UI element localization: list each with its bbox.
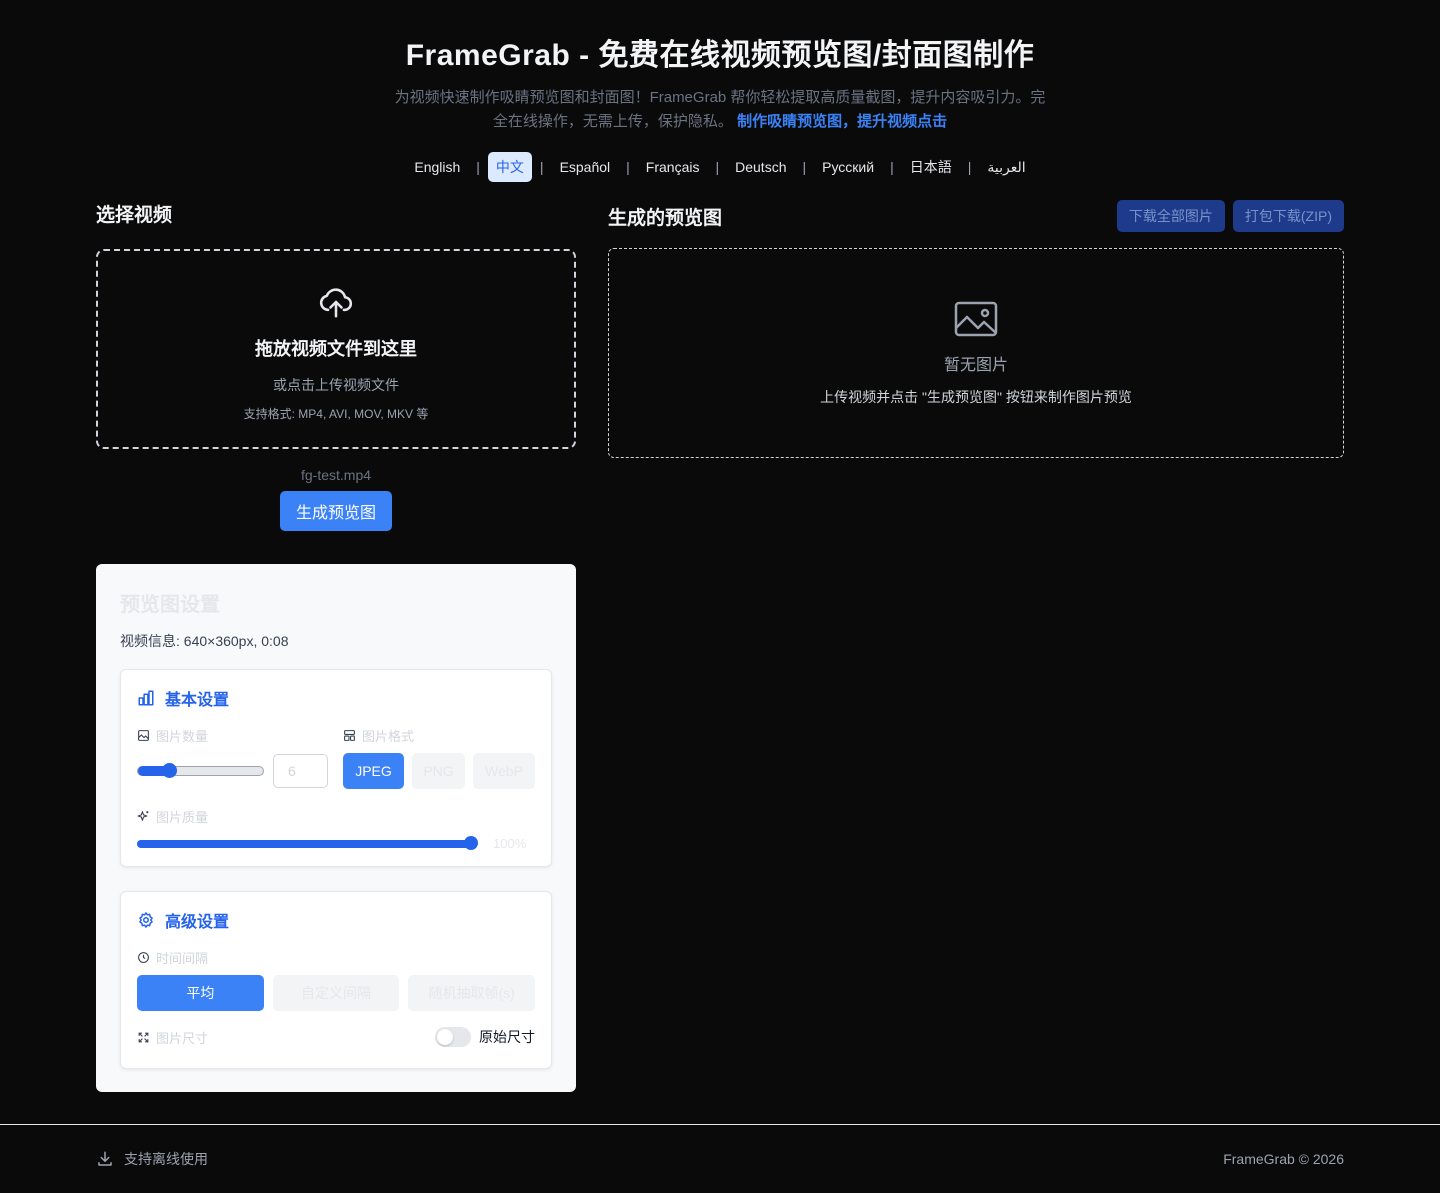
quality-slider[interactable]	[137, 835, 478, 850]
original-size-toggle-group: 原始尺寸	[435, 1027, 535, 1047]
lang-separator: |	[715, 159, 720, 175]
format-label-text: 图片格式	[362, 729, 415, 744]
gear-icon	[139, 912, 153, 928]
subtitle-highlight: 制作吸睛预览图，提升视频点击	[737, 113, 948, 130]
image-icon	[138, 730, 149, 741]
cloud-upload-icon	[319, 288, 353, 318]
footer: 支持离线使用 FrameGrab © 2026	[0, 1124, 1440, 1193]
quality-label: 图片质量	[137, 807, 208, 826]
quality-value: 100%	[493, 836, 527, 851]
preview-settings-panel: 预览图设置 视频信息: 640×360px, 0:08 基本设置 图片数量 图片…	[96, 564, 576, 1092]
sparkle-icon	[137, 811, 149, 821]
basic-labels-row: 图片数量 图片格式	[137, 726, 535, 745]
lang-separator: |	[890, 159, 894, 175]
preview-section-title: 生成的预览图	[608, 207, 723, 229]
quality-slider-thumb[interactable]	[464, 835, 478, 850]
basic-settings-title: 基本设置	[165, 692, 230, 709]
interval-label-text: 时间间隔	[156, 951, 209, 966]
format-png-button[interactable]: PNG	[412, 753, 465, 789]
lang-japanese[interactable]: 日本語	[902, 152, 960, 182]
count-slider-thumb[interactable]	[162, 763, 178, 778]
advanced-settings-card: 高级设置 时间间隔 平均 自定义间隔 随机抽取帧(s) 图片尺寸 原始尺寸	[120, 891, 552, 1069]
header: FrameGrab - 免费在线视频预览图/封面图制作 为视频快速制作吸睛预览图…	[0, 30, 1440, 182]
bar-chart-icon	[138, 690, 154, 706]
basic-settings-card: 基本设置 图片数量 图片格式 JPEG PNG WebP	[120, 669, 552, 867]
format-label: 图片格式	[343, 726, 414, 745]
lang-separator: |	[967, 159, 972, 175]
interval-label-row: 时间间隔	[137, 948, 535, 967]
dropzone-subtitle: 或点击上传视频文件	[273, 377, 399, 393]
preview-empty-area: 暂无图片 上传视频并点击 "生成预览图" 按钮来制作图片预览	[608, 248, 1344, 458]
lang-spanish[interactable]: Español	[552, 154, 619, 180]
quality-row: 100%	[137, 835, 535, 851]
empty-title: 暂无图片	[943, 357, 1008, 374]
interval-label: 时间间隔	[137, 948, 208, 967]
lang-french[interactable]: Français	[638, 154, 708, 180]
preview-section: 生成的预览图 下载全部图片 打包下载(ZIP) 暂无图片 上传视频并点击 "生成…	[608, 200, 1344, 458]
offline-label: 支持离线使用	[124, 1151, 208, 1167]
lang-chinese[interactable]: 中文	[487, 152, 532, 182]
quality-slider-fill	[137, 839, 471, 848]
toggle-knob	[437, 1029, 453, 1045]
size-row: 图片尺寸 原始尺寸	[137, 1027, 535, 1047]
expand-icon	[138, 1032, 149, 1042]
count-slider[interactable]	[137, 763, 264, 778]
dropzone-title: 拖放视频文件到这里	[255, 339, 417, 359]
size-label: 图片尺寸	[137, 1028, 208, 1047]
upload-section: 选择视频 拖放视频文件到这里 或点击上传视频文件 支持格式: MP4, AVI,…	[96, 200, 576, 531]
image-placeholder-icon	[954, 301, 998, 337]
layout-icon	[344, 730, 355, 741]
interval-average-button[interactable]: 平均	[137, 975, 264, 1011]
download-zip-button[interactable]: 打包下载(ZIP)	[1232, 200, 1344, 232]
interval-custom-button[interactable]: 自定义间隔	[272, 975, 400, 1011]
basic-settings-header: 基本设置	[137, 686, 535, 710]
advanced-settings-header: 高级设置	[137, 908, 535, 932]
count-input[interactable]	[273, 754, 328, 788]
video-dropzone[interactable]: 拖放视频文件到这里 或点击上传视频文件 支持格式: MP4, AVI, MOV,…	[96, 249, 576, 449]
generate-preview-button[interactable]: 生成预览图	[280, 491, 392, 531]
lang-separator: |	[626, 159, 630, 175]
interval-random-button[interactable]: 随机抽取帧(s)	[408, 975, 536, 1011]
format-jpeg-button[interactable]: JPEG	[343, 753, 404, 789]
subtitle-text: 为视频快速制作吸睛预览图和封面图！FrameGrab 帮你轻松提取高质量截图，提…	[394, 89, 1046, 130]
copyright: FrameGrab © 2026	[1223, 1151, 1344, 1167]
advanced-settings-title: 高级设置	[165, 914, 230, 931]
language-switcher: English | 中文 | Español | Français | Deut…	[0, 152, 1440, 182]
video-info: 视频信息: 640×360px, 0:08	[120, 633, 289, 649]
lang-arabic[interactable]: العربية	[979, 154, 1033, 181]
download-icon	[98, 1151, 112, 1166]
upload-section-title: 选择视频	[96, 205, 173, 226]
quality-label-text: 图片质量	[156, 810, 209, 825]
size-label-text: 图片尺寸	[156, 1030, 209, 1046]
preview-header: 生成的预览图 下载全部图片 打包下载(ZIP)	[608, 200, 1344, 232]
page-title: FrameGrab - 免费在线视频预览图/封面图制作	[405, 39, 1035, 72]
interval-row: 平均 自定义间隔 随机抽取帧(s)	[137, 975, 536, 1011]
lang-russian[interactable]: Русский	[814, 154, 882, 180]
lang-separator: |	[802, 159, 807, 175]
download-all-button[interactable]: 下载全部图片	[1116, 200, 1225, 232]
dropzone-formats: 支持格式: MP4, AVI, MOV, MKV 等	[243, 407, 429, 421]
format-webp-button[interactable]: WebP	[473, 753, 535, 789]
lang-separator: |	[476, 159, 480, 175]
original-size-toggle[interactable]	[435, 1027, 471, 1047]
count-format-row: JPEG PNG WebP	[137, 753, 535, 789]
lang-german[interactable]: Deutsch	[727, 154, 794, 180]
lang-english[interactable]: English	[406, 154, 468, 180]
clock-icon	[138, 952, 149, 963]
settings-title: 预览图设置	[120, 594, 220, 616]
lang-separator: |	[539, 159, 544, 175]
original-size-label: 原始尺寸	[479, 1029, 535, 1045]
page-subtitle: 为视频快速制作吸睛预览图和封面图！FrameGrab 帮你轻松提取高质量截图，提…	[390, 86, 1050, 134]
offline-support[interactable]: 支持离线使用	[96, 1149, 208, 1169]
empty-subtitle: 上传视频并点击 "生成预览图" 按钮来制作图片预览	[820, 389, 1132, 405]
quality-label-row: 图片质量	[137, 807, 535, 826]
selected-filename: fg-test.mp4	[300, 467, 372, 483]
count-label: 图片数量	[137, 726, 343, 745]
count-label-text: 图片数量	[156, 729, 209, 744]
